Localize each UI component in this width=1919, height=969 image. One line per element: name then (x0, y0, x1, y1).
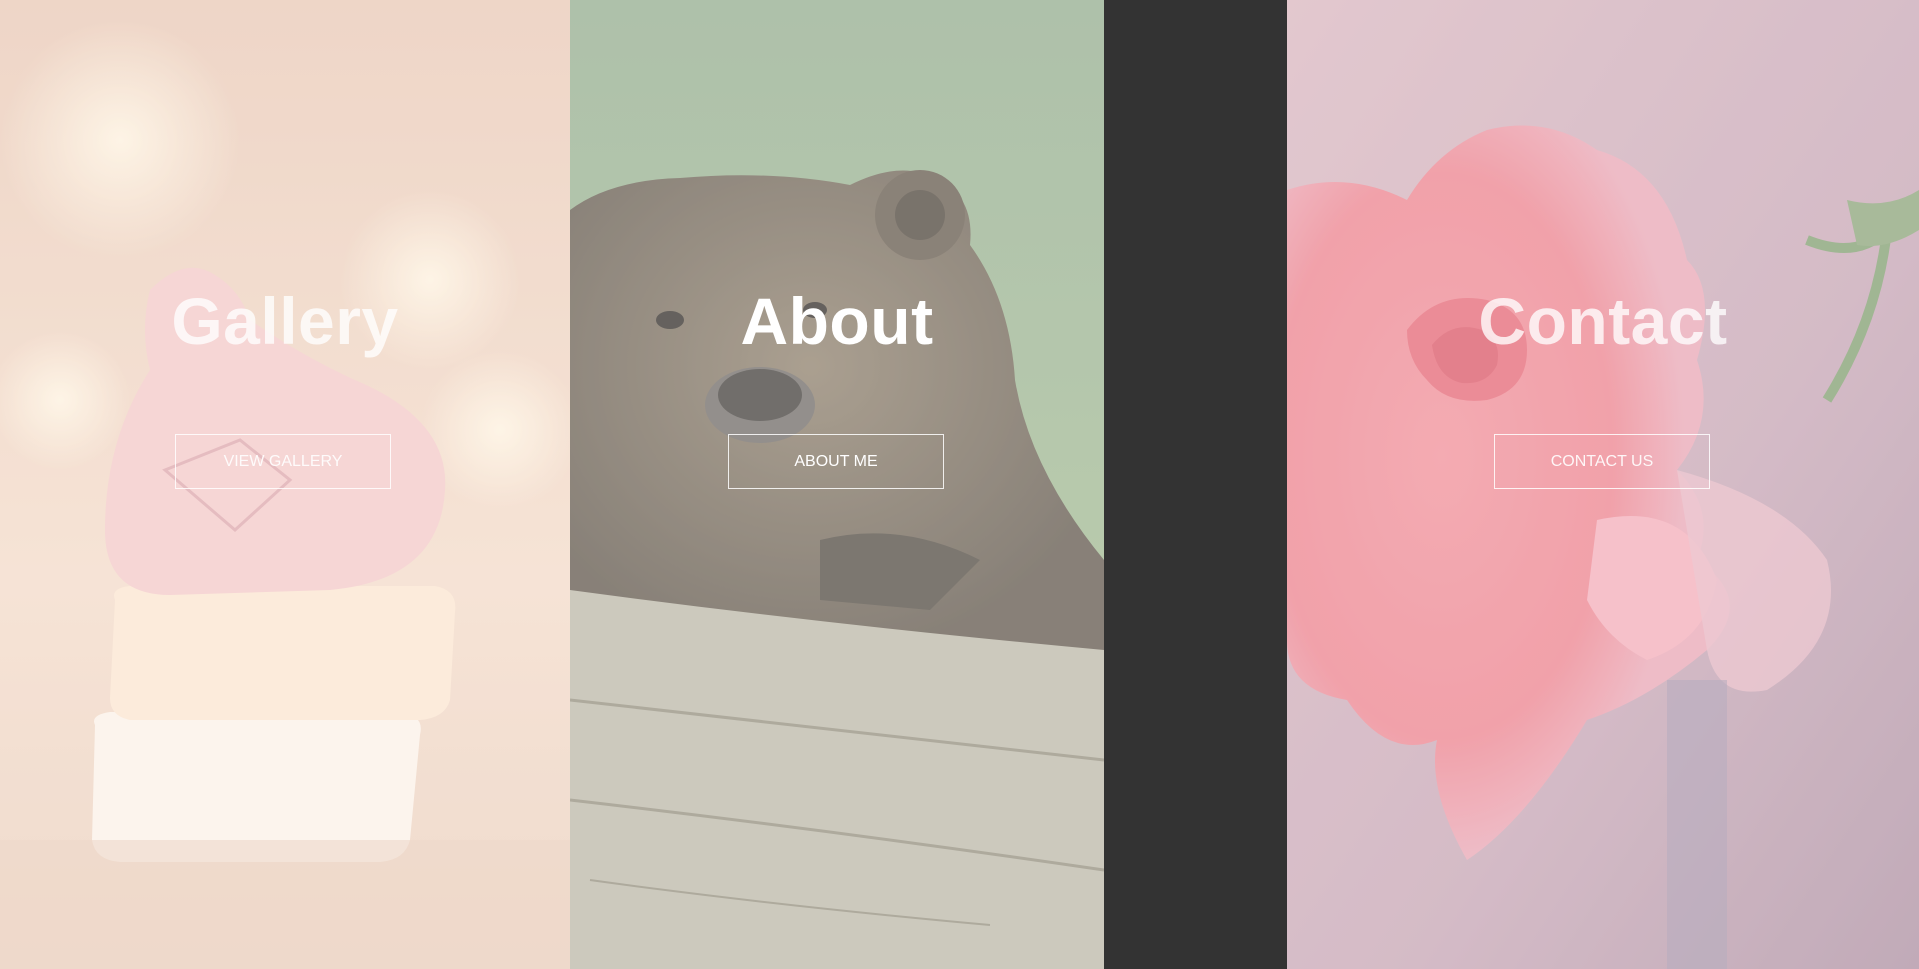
contact-us-button[interactable]: CONTACT US (1494, 434, 1710, 489)
gallery-panel[interactable]: Gallery VIEW GALLERY (0, 0, 570, 969)
gallery-title: Gallery (171, 284, 399, 358)
view-gallery-button[interactable]: VIEW GALLERY (175, 434, 391, 489)
about-me-button[interactable]: ABOUT ME (728, 434, 944, 489)
contact-panel[interactable]: Contact CONTACT US (1287, 0, 1919, 969)
about-title: About (740, 284, 934, 358)
about-panel[interactable]: About ABOUT ME (570, 0, 1104, 969)
divider-strip (1104, 0, 1287, 969)
contact-title: Contact (1478, 284, 1728, 358)
landing-page: Gallery VIEW GALLERY About ABOUT ME Cont… (0, 0, 1919, 969)
